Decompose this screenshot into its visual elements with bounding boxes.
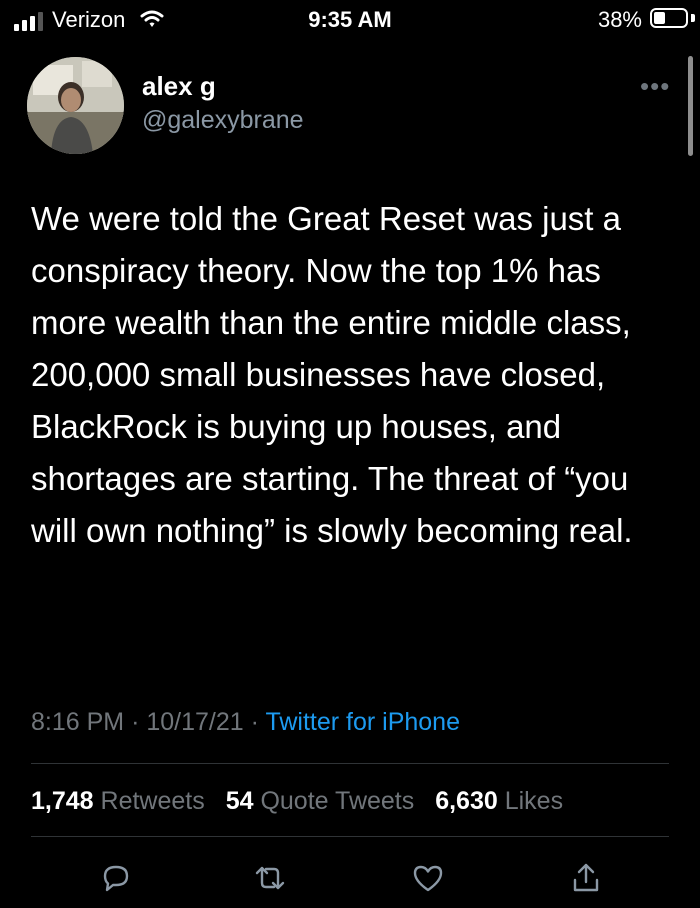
status-bar: Verizon 9:35 AM 38%: [0, 0, 700, 40]
meta-separator: ·: [131, 708, 140, 736]
battery-fill: [654, 12, 665, 24]
retweet-button[interactable]: [250, 858, 290, 898]
retweets-stat[interactable]: 1,748 Retweets: [31, 787, 212, 815]
battery-cap: [691, 14, 695, 22]
retweet-icon: [255, 866, 285, 890]
avatar-image: [27, 57, 124, 154]
meta-separator: ·: [250, 708, 259, 736]
tweet-time: 8:16 PM: [31, 708, 125, 736]
tweet-meta: 8:16 PM · 10/17/21 · Twitter for iPhone: [31, 708, 460, 737]
likes-count: 6,630: [435, 787, 498, 815]
likes-label: Likes: [504, 787, 564, 815]
quote-tweets-label: Quote Tweets: [260, 787, 415, 815]
like-button[interactable]: [408, 858, 448, 898]
quote-tweets-stat[interactable]: 54 Quote Tweets: [226, 787, 422, 815]
share-icon: [573, 863, 599, 892]
tweet-text: We were told the Great Reset was just a …: [31, 200, 633, 549]
author-name[interactable]: alex g: [142, 71, 216, 102]
tweet-stats: 1,748 Retweets 54 Quote Tweets 6,630 Lik…: [31, 787, 577, 816]
battery-percent: 38%: [597, 7, 642, 32]
reply-button[interactable]: [96, 858, 136, 898]
quote-tweets-count: 54: [225, 787, 254, 815]
tweet-source-link[interactable]: Twitter for iPhone: [265, 708, 460, 736]
retweets-count: 1,748: [31, 787, 94, 815]
share-button[interactable]: [566, 858, 606, 898]
status-clock: 9:35 AM: [308, 7, 392, 32]
likes-stat[interactable]: 6,630 Likes: [435, 787, 563, 815]
retweets-label: Retweets: [100, 787, 205, 815]
divider: [31, 836, 669, 837]
more-options-icon[interactable]: •••: [640, 73, 670, 99]
author-handle[interactable]: @galexybrane: [142, 106, 304, 135]
tweet-date: 10/17/21: [146, 708, 244, 736]
like-icon: [413, 865, 443, 892]
reply-icon: [103, 865, 129, 892]
scrollbar[interactable]: [688, 56, 693, 156]
avatar[interactable]: [27, 57, 124, 154]
battery-icon: [650, 8, 688, 28]
divider: [31, 763, 669, 764]
